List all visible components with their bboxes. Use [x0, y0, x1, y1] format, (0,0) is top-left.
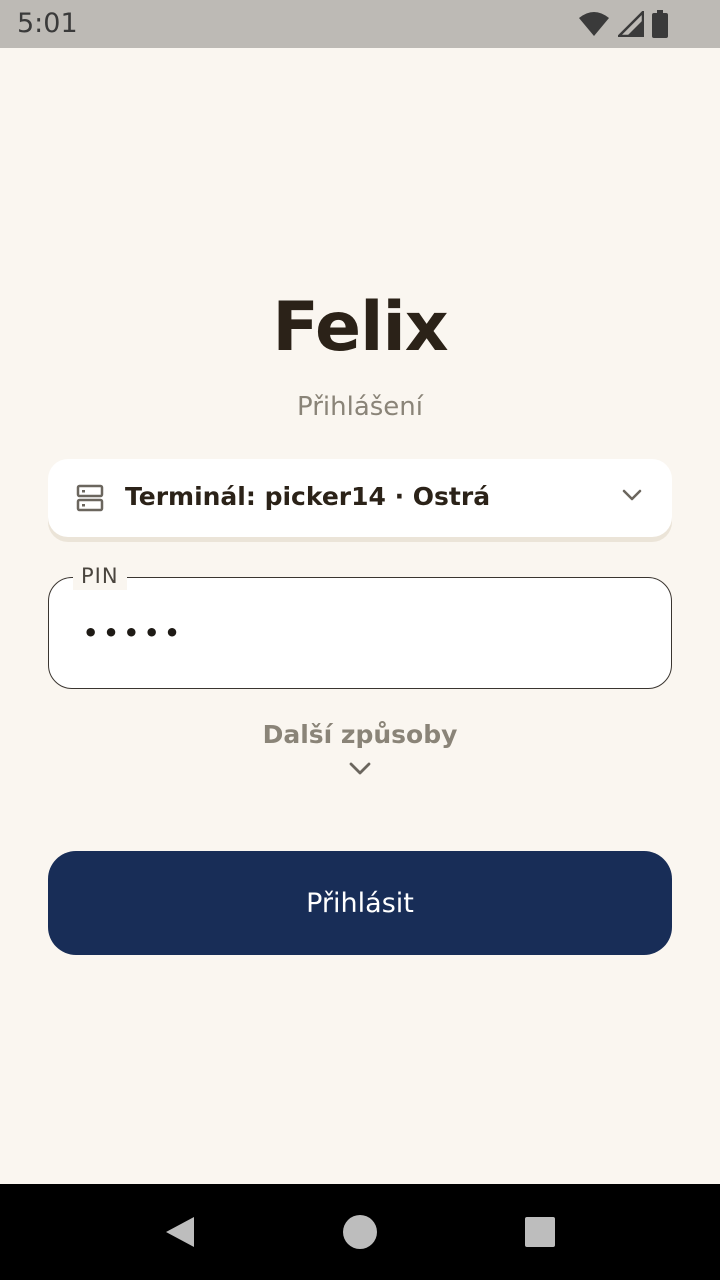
pin-value: •••••: [83, 619, 185, 647]
more-methods-toggle[interactable]: Další způsoby: [210, 715, 510, 795]
battery-icon: [652, 10, 668, 43]
chevron-down-icon: [622, 488, 642, 507]
app-title: Felix: [272, 288, 448, 367]
status-icons: [578, 8, 668, 43]
nav-bar: [0, 1184, 720, 1280]
recents-icon[interactable]: [525, 1217, 555, 1252]
terminal-label: Terminál: picker14 · Ostrá: [125, 482, 491, 511]
pin-label: PIN: [73, 562, 127, 590]
wifi-icon: [578, 11, 610, 42]
chevron-down-icon: [348, 761, 372, 777]
status-bar: 5:01: [0, 0, 720, 48]
more-methods-label: Další způsoby: [262, 720, 458, 749]
login-button[interactable]: Přihlásit: [48, 851, 672, 955]
status-time: 5:01: [17, 8, 78, 39]
home-icon[interactable]: [342, 1214, 378, 1255]
cellular-signal-icon: [615, 8, 645, 42]
terminal-select[interactable]: Terminál: picker14 · Ostrá: [48, 459, 672, 537]
page-subtitle: Přihlášení: [296, 392, 423, 422]
pin-field[interactable]: PIN •••••: [48, 562, 672, 689]
back-icon[interactable]: [163, 1215, 197, 1254]
server-icon: [76, 484, 104, 517]
